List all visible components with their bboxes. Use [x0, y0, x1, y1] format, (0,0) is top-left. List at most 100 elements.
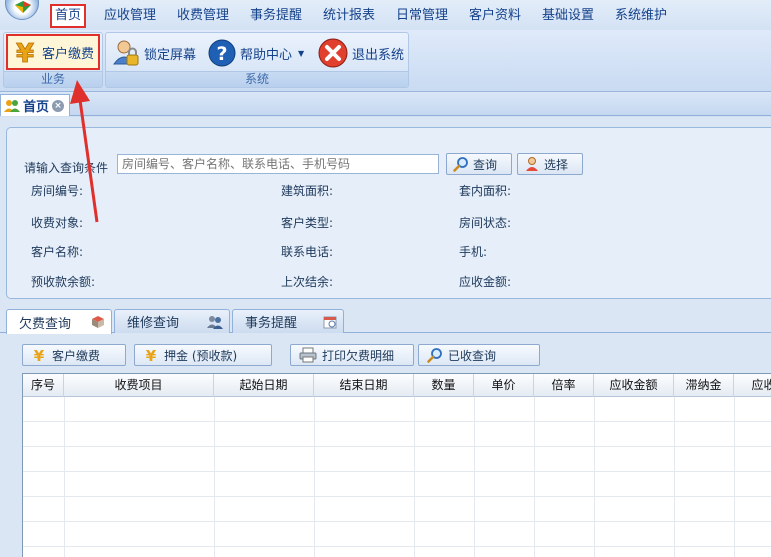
customer-pay-label: 客户缴费	[42, 46, 95, 62]
column-header[interactable]: 应收	[734, 374, 771, 397]
column-header[interactable]: 倍率	[534, 374, 594, 397]
phone-label: 联系电话:	[281, 245, 334, 259]
customer-pay-ribbon-button[interactable]: ¥ 客户缴费	[6, 34, 100, 70]
search-input[interactable]	[117, 154, 439, 174]
query-label: 请输入查询条件	[24, 161, 109, 175]
customer-name-label: 客户名称:	[31, 245, 84, 259]
users-icon	[207, 315, 223, 329]
tab-reminder-label: 事务提醒	[245, 316, 298, 331]
customer-pay-button[interactable]: ¥ 客户缴费	[22, 344, 126, 366]
help-icon: ?	[207, 38, 237, 68]
menu-customers[interactable]: 客户资料	[465, 6, 525, 28]
svg-text:?: ?	[216, 43, 227, 65]
lock-screen-label: 锁定屏幕	[144, 47, 197, 63]
yen-icon: ¥	[11, 38, 39, 70]
table-row[interactable]	[23, 422, 771, 447]
system-group: 锁定屏幕 ? 帮助中心 ▼ 退出系统 系统	[105, 32, 409, 88]
table-row[interactable]	[23, 472, 771, 497]
column-header[interactable]: 应收金额	[594, 374, 674, 397]
grid-header: 序号 收费项目 起始日期 结束日期 数量 单价 倍率 应收金额 滞纳金 应收	[23, 374, 771, 397]
app-logo-icon	[15, 1, 31, 13]
svg-text:¥: ¥	[146, 347, 157, 363]
menu-home[interactable]: 首页	[50, 4, 86, 28]
menu-maintenance[interactable]: 系统维护	[611, 6, 671, 28]
main-content: 请输入查询条件 查询 选择 房间编号: 建筑面积: 套内面积: 收费对象: 客户…	[0, 117, 771, 557]
customer-type-label: 客户类型:	[281, 216, 334, 230]
close-icon[interactable]: ×	[52, 99, 65, 112]
paid-query-button[interactable]: 已收查询	[418, 344, 540, 366]
mobile-label: 手机:	[459, 245, 488, 259]
print-arrears-button[interactable]: 打印欠费明细	[290, 344, 414, 366]
table-row[interactable]	[23, 447, 771, 472]
menu-settings[interactable]: 基础设置	[538, 6, 598, 28]
users-icon	[4, 99, 20, 113]
business-group: ¥ 客户缴费 业务	[3, 32, 103, 88]
select-button-label: 选择	[544, 157, 569, 172]
deposit-button-label: 押金 (预收款)	[164, 348, 238, 363]
arrears-grid[interactable]: 序号 收费项目 起始日期 结束日期 数量 单价 倍率 应收金额 滞纳金 应收	[22, 373, 771, 557]
user-icon	[524, 156, 540, 172]
yen-icon: ¥	[31, 347, 47, 365]
receivable-label: 应收金额:	[459, 275, 512, 289]
doc-tab-home[interactable]: 首页 ×	[0, 94, 70, 116]
document-tab-bar: 首页 ×	[0, 92, 771, 116]
table-row[interactable]	[23, 497, 771, 522]
help-center-button[interactable]: ? 帮助中心 ▼	[204, 37, 312, 69]
building-area-label: 建筑面积:	[281, 184, 334, 198]
column-header[interactable]: 数量	[414, 374, 474, 397]
exit-icon	[317, 37, 349, 69]
charge-target-label: 收费对象:	[31, 216, 84, 230]
table-row[interactable]	[23, 522, 771, 547]
business-group-label: 业务	[4, 71, 102, 87]
menu-daily[interactable]: 日常管理	[392, 6, 452, 28]
query-panel: 请输入查询条件 查询 选择 房间编号: 建筑面积: 套内面积: 收费对象: 客户…	[6, 127, 771, 299]
sub-tab-bar: 欠费查询 维修查询 事务提醒	[0, 307, 771, 334]
customer-pay-button-label: 客户缴费	[52, 348, 101, 363]
svg-text:¥: ¥	[16, 39, 34, 66]
search-icon	[453, 156, 469, 172]
tab-repair-label: 维修查询	[127, 316, 180, 331]
lock-screen-button[interactable]: 锁定屏幕	[108, 37, 200, 69]
column-header[interactable]: 结束日期	[314, 374, 414, 397]
print-arrears-label: 打印欠费明细	[322, 348, 395, 363]
exit-system-label: 退出系统	[352, 47, 405, 63]
column-header[interactable]: 收费项目	[64, 374, 214, 397]
table-row[interactable]	[23, 397, 771, 422]
dropdown-arrow-icon[interactable]: ▼	[298, 49, 304, 58]
prepaid-balance-label: 预收款余额:	[31, 275, 96, 289]
app-orb-button[interactable]	[5, 0, 39, 20]
svg-text:¥: ¥	[34, 347, 45, 363]
menu-reminder[interactable]: 事务提醒	[246, 6, 306, 28]
doc-tab-home-label: 首页	[23, 100, 50, 115]
room-status-label: 房间状态:	[459, 216, 512, 230]
menu-receivable[interactable]: 应收管理	[100, 6, 160, 28]
room-no-label: 房间编号:	[31, 184, 84, 198]
lock-user-icon	[111, 38, 141, 68]
column-header[interactable]: 单价	[474, 374, 534, 397]
paid-query-label: 已收查询	[448, 348, 497, 363]
tab-reminder[interactable]: 事务提醒	[232, 309, 344, 333]
column-header[interactable]: 序号	[23, 374, 64, 397]
cube-icon	[91, 315, 105, 329]
last-settlement-label: 上次结余:	[281, 275, 334, 289]
exit-system-button[interactable]: 退出系统	[314, 37, 408, 69]
select-button[interactable]: 选择	[517, 153, 583, 175]
tab-repair-query[interactable]: 维修查询	[114, 309, 230, 333]
tab-arrears-query[interactable]: 欠费查询	[6, 309, 112, 334]
menu-charge[interactable]: 收费管理	[173, 6, 233, 28]
menu-reports[interactable]: 统计报表	[319, 6, 379, 28]
ribbon: ¥ 客户缴费 业务 锁定屏幕 ? 帮助中心 ▼ 退出系统 系统	[0, 30, 771, 92]
column-header[interactable]: 滞纳金	[674, 374, 734, 397]
menu-bar: 首页 应收管理 收费管理 事务提醒 统计报表 日常管理 客户资料 基础设置 系统…	[0, 0, 771, 30]
inner-area-label: 套内面积:	[459, 184, 512, 198]
deposit-button[interactable]: ¥ 押金 (预收款)	[134, 344, 272, 366]
search-button[interactable]: 查询	[446, 153, 512, 175]
column-header[interactable]: 起始日期	[214, 374, 314, 397]
yen-icon: ¥	[143, 347, 159, 365]
calendar-icon	[323, 315, 337, 329]
search-icon	[427, 347, 443, 363]
system-group-label: 系统	[106, 71, 408, 87]
tab-arrears-label: 欠费查询	[19, 316, 72, 332]
printer-icon	[299, 347, 317, 363]
search-button-label: 查询	[473, 157, 498, 172]
